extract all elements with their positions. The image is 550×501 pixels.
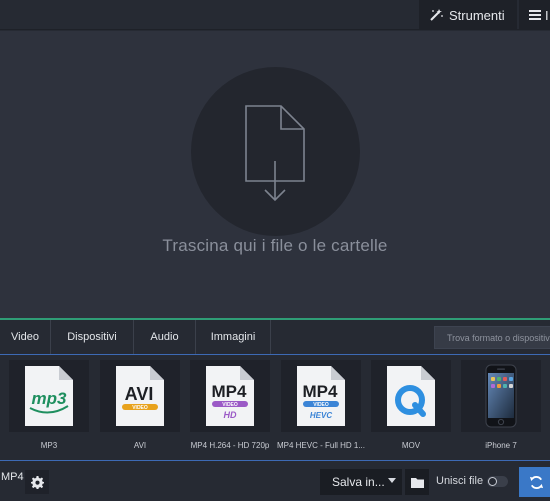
- format-item-mp4-hd[interactable]: MP4 VIDEO HD MP4 H.264 - HD 720p: [190, 360, 270, 450]
- mp4-badge: MP4: [212, 382, 248, 401]
- format-search-input[interactable]: Trova formato o dispositivo: [434, 326, 550, 349]
- output-format-label[interactable]: MP4: [1, 471, 24, 483]
- mp4-sub: VIDEO: [313, 402, 329, 408]
- tab-audio-label: Audio: [150, 331, 179, 343]
- format-item-mov[interactable]: MOV: [371, 360, 451, 450]
- tab-video[interactable]: Video: [0, 320, 51, 354]
- format-label: iPhone 7: [485, 441, 517, 450]
- tab-images[interactable]: Immagini: [196, 320, 271, 354]
- mp4-hevc-file-icon: MP4 VIDEO HEVC: [297, 366, 345, 426]
- tab-images-label: Immagini: [210, 331, 256, 343]
- quicktime-file-icon: [387, 366, 435, 426]
- format-label: MOV: [401, 441, 421, 450]
- format-tile: AVI VIDEO: [100, 360, 180, 432]
- open-folder-button[interactable]: [405, 469, 429, 495]
- iphone-icon: [485, 364, 517, 428]
- mp4-badge: MP4: [303, 382, 339, 401]
- format-tile: MP4 VIDEO HEVC: [281, 360, 361, 432]
- gear-icon: [30, 475, 44, 489]
- tools-button[interactable]: Strumenti: [419, 0, 517, 30]
- avi-file-icon: AVI VIDEO: [116, 366, 164, 426]
- output-settings-button[interactable]: [25, 470, 49, 494]
- hamburger-icon: [529, 10, 541, 20]
- chevron-down-icon: [388, 478, 396, 483]
- merge-files-label: Unisci file: [436, 475, 484, 487]
- avi-sub: VIDEO: [132, 405, 148, 411]
- format-tile: [371, 360, 451, 432]
- drop-zone[interactable]: Trascina qui i file o le cartelle: [0, 31, 550, 318]
- drop-circle: [191, 67, 360, 236]
- format-tabs: Video Dispositivi Audio Immagini Trova f…: [0, 320, 550, 354]
- format-item-iphone-7[interactable]: iPhone 7: [461, 360, 541, 450]
- format-item-avi[interactable]: AVI VIDEO AVI: [100, 360, 180, 450]
- format-item-mp3[interactable]: mp3 MP3: [9, 360, 89, 450]
- mp4-hd-file-icon: MP4 VIDEO HD: [206, 366, 254, 426]
- format-tile: MP4 VIDEO HD: [190, 360, 270, 432]
- file-drop-icon: [245, 105, 305, 202]
- drop-hint: Trascina qui i file o le cartelle: [162, 236, 388, 255]
- mp3-badge: mp3: [32, 389, 68, 408]
- top-bar: Strumenti I: [0, 0, 550, 30]
- format-item-mp4-hevc[interactable]: MP4 VIDEO HEVC MP4 HEVC - Full HD 1...: [277, 360, 365, 450]
- tab-video-label: Video: [11, 331, 39, 343]
- bottom-bar: MP4 Salva in... Unisci file: [0, 461, 550, 501]
- tools-label: Strumenti: [449, 7, 505, 23]
- save-label: Salva in...: [332, 475, 385, 489]
- format-label: MP4 HEVC - Full HD 1...: [276, 441, 365, 450]
- tab-audio[interactable]: Audio: [134, 320, 196, 354]
- menu-button[interactable]: I: [519, 0, 550, 30]
- merge-files-toggle[interactable]: [487, 476, 508, 487]
- format-list: mp3 MP3 AVI VIDEO AVI MP4 VIDEO HD MP4 H…: [0, 355, 550, 454]
- format-label: MP3: [40, 441, 58, 450]
- format-tile: mp3: [9, 360, 89, 432]
- save-to-button[interactable]: Salva in...: [320, 469, 402, 495]
- tab-devices[interactable]: Dispositivi: [51, 320, 134, 354]
- refresh-icon: [529, 475, 544, 489]
- folder-icon: [410, 477, 424, 488]
- avi-badge: AVI: [125, 384, 154, 404]
- tab-devices-label: Dispositivi: [67, 331, 117, 343]
- hd-badge: HD: [224, 410, 237, 420]
- toggle-knob: [488, 477, 497, 486]
- format-tile: [461, 360, 541, 432]
- mp4-sub: VIDEO: [222, 402, 238, 408]
- hevc-badge: HEVC: [310, 411, 332, 420]
- magic-wand-icon: [430, 9, 443, 21]
- menu-label: I: [545, 7, 549, 23]
- format-label: AVI: [133, 441, 147, 450]
- mp3-file-icon: mp3: [25, 366, 73, 426]
- convert-button[interactable]: [519, 467, 550, 497]
- format-label: MP4 H.264 - HD 720p: [190, 441, 270, 450]
